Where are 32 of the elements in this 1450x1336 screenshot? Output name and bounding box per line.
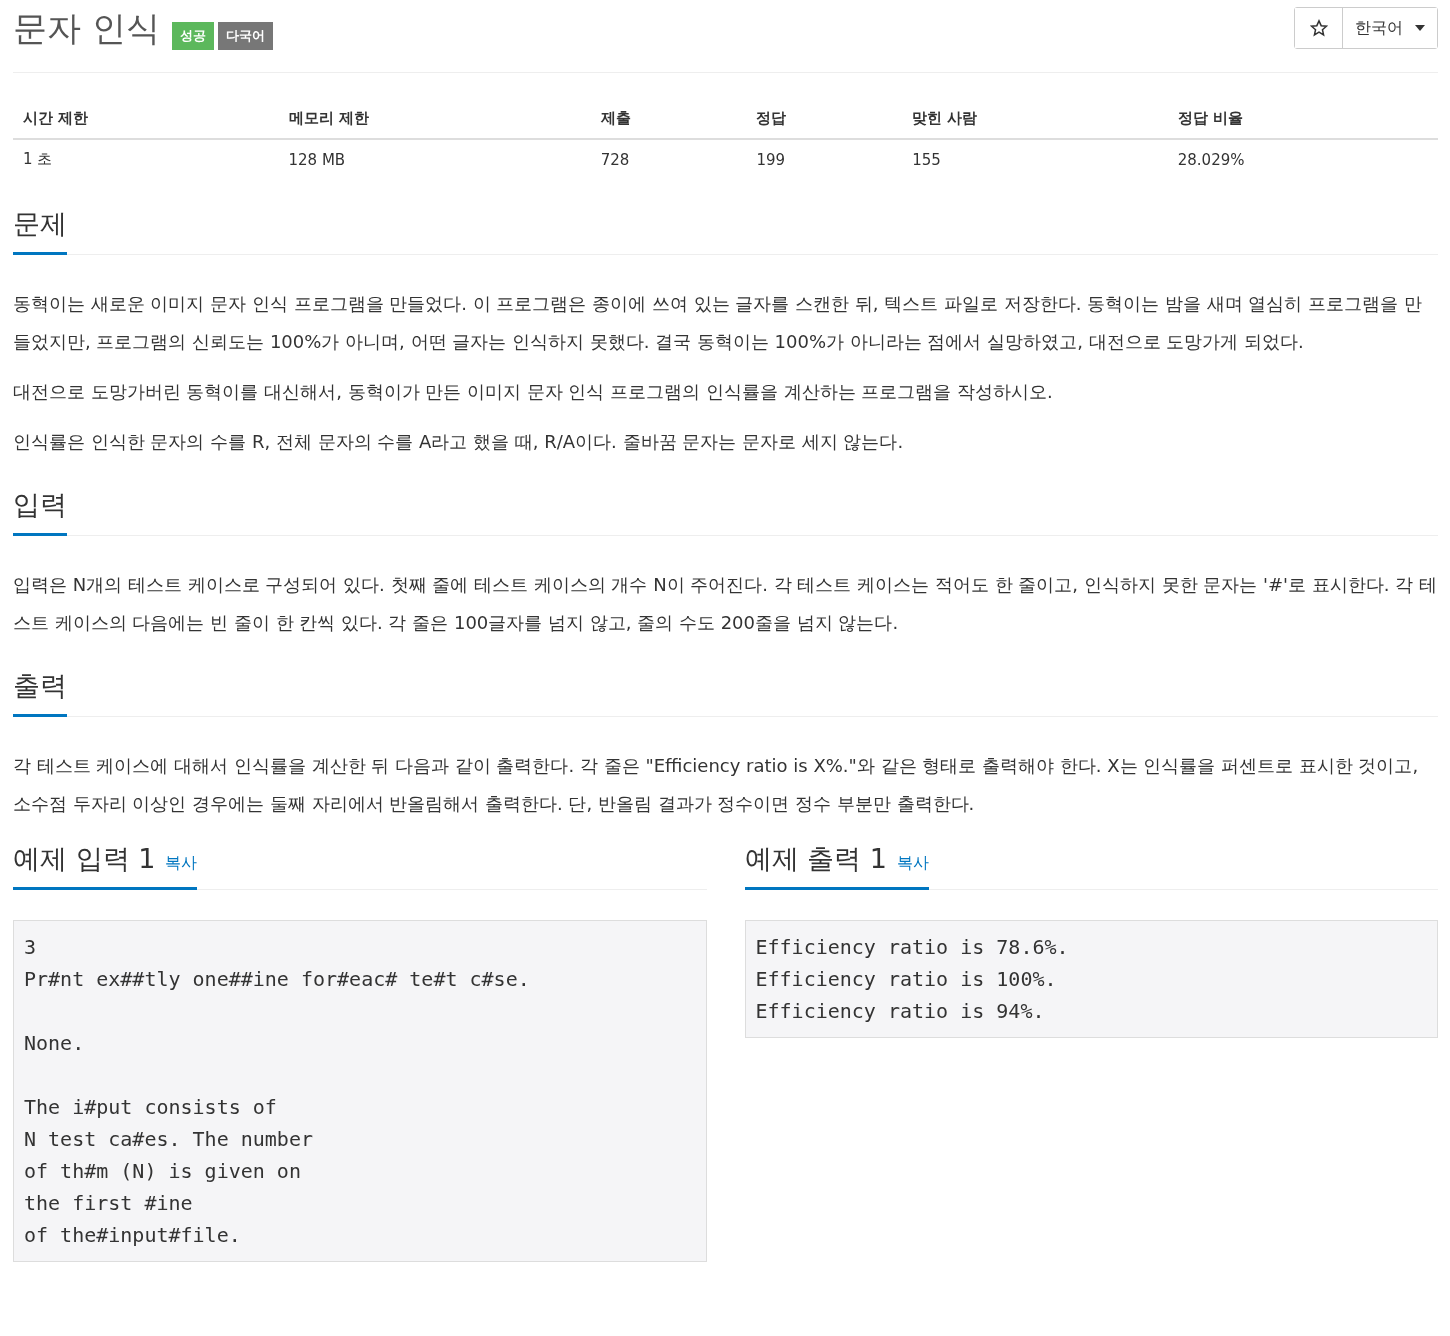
- section-heading: 입력: [13, 487, 67, 536]
- paragraph: 입력은 N개의 테스트 케이스로 구성되어 있다. 첫째 줄에 테스트 케이스의 개수 N이 주어진다. 각 테스트 케이스는 적어도 한 줄이고, 인식하지 못한 문자는 '#'로 표시한다. 각 테스트 케이스의 다음에는 빈 줄이 한 칸씩 있다. 각 줄은 100글자를 넘지 않고, 줄의 수도 200줄을 넘지 않는다.: [13, 573, 1438, 635]
- section-heading: 출력: [13, 668, 67, 717]
- table-cell: 1 초: [13, 139, 279, 180]
- code-block: Efficiency ratio is 78.6%. Efficiency ratio is 100%. Efficiency ratio is 94%.: [744, 920, 1438, 1038]
- column-header: 정답 비율: [1167, 99, 1438, 139]
- column-header: 제출: [590, 99, 747, 139]
- code-block: 3 Pr#nt ex##tly one##ine for#eac# te#t c#se. None. The i#put consists of N test ca#es. The number of th#m (N) is given on the first #ine of the#input#file.: [13, 920, 707, 1262]
- paragraph: 인식률은 인식한 문자의 수를 R, 전체 문자의 수를 A라고 했을 때, R/A이다. 줄바꿈 문자는 문자로 세지 않는다.: [13, 430, 905, 454]
- problem-title: 문자 인식: [13, 7, 160, 50]
- sample-title: 예제 출력 1: [744, 842, 887, 876]
- status-badge: 성공: [171, 22, 214, 50]
- column-header: 시간 제한: [13, 99, 279, 139]
- paragraph: 동혁이는 새로운 이미지 문자 인식 프로그램을 만들었다. 이 프로그램은 종이에 쓰여 있는 글자를 스캔한 뒤, 텍스트 파일로 저장한다. 동혁이는 밤을 새며 열심히 프로그램을 만들었지만, 프로그램의 신뢰도는 100%가 아니며, 어떤 글자는 인식하지 못했다. 결국 동혁이는 100%가 아니라는 점에서 실망하였고, 대전으로 도망가게 되었다.: [13, 292, 1423, 354]
- paragraph: 각 테스트 케이스에 대해서 인식률을 계산한 뒤 다음과 같이 출력한다. 각 줄은 "Efficiency ratio is X%."와 같은 형태로 출력해야 한다. X는 인식률을 퍼센트로 표시한 것이고, 소수점 두자리 이상인 경우에는 둘째 자리에서 반올림해서 출력한다. 단, 반올림 결과가 정수이면 정수 부분만 출력한다.: [13, 754, 1420, 816]
- table-cell: 28.029%: [1167, 139, 1438, 180]
- column-header: 메모리 제한: [278, 99, 591, 139]
- star-button[interactable]: [1295, 8, 1343, 48]
- status-badge: 다국어: [217, 22, 273, 50]
- column-header: 맞힌 사람: [902, 99, 1168, 139]
- copy-link[interactable]: 복사: [165, 853, 198, 874]
- copy-link[interactable]: 복사: [896, 853, 929, 874]
- table-cell: 128 MB: [278, 139, 591, 180]
- star-icon: [1309, 19, 1328, 37]
- column-header: 정답: [746, 99, 903, 139]
- paragraph: 대전으로 도망가버린 동혁이를 대신해서, 동혁이가 만든 이미지 문자 인식 프로그램의 인식률을 계산하는 프로그램을 작성하시오.: [13, 380, 1054, 404]
- caret-icon: [1415, 25, 1425, 31]
- table-cell: 199: [746, 139, 903, 180]
- sample-title: 예제 입력 1: [13, 842, 156, 876]
- section-heading: 문제: [13, 206, 67, 255]
- table-cell: 728: [590, 139, 747, 180]
- table-cell: 155: [902, 139, 1168, 180]
